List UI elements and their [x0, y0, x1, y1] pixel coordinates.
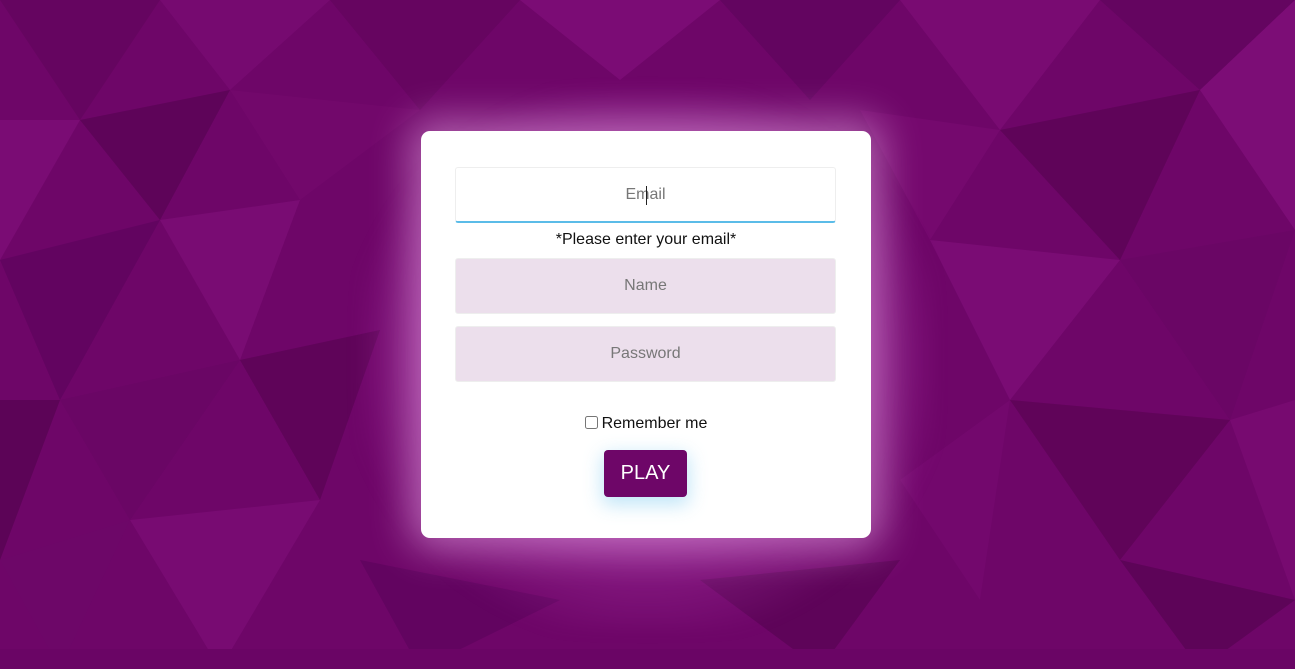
- play-button[interactable]: PLAY: [604, 450, 687, 497]
- remember-me-row: Remember me: [421, 415, 871, 433]
- name-input[interactable]: [455, 258, 836, 314]
- email-hint: *Please enter your email*: [555, 231, 737, 248]
- remember-me-label: Remember me: [601, 415, 708, 432]
- login-card: *Please enter your email* Remember me PL…: [421, 131, 871, 538]
- password-input[interactable]: [455, 326, 836, 382]
- remember-me-checkbox[interactable]: [584, 416, 598, 429]
- text-caret: [646, 186, 647, 205]
